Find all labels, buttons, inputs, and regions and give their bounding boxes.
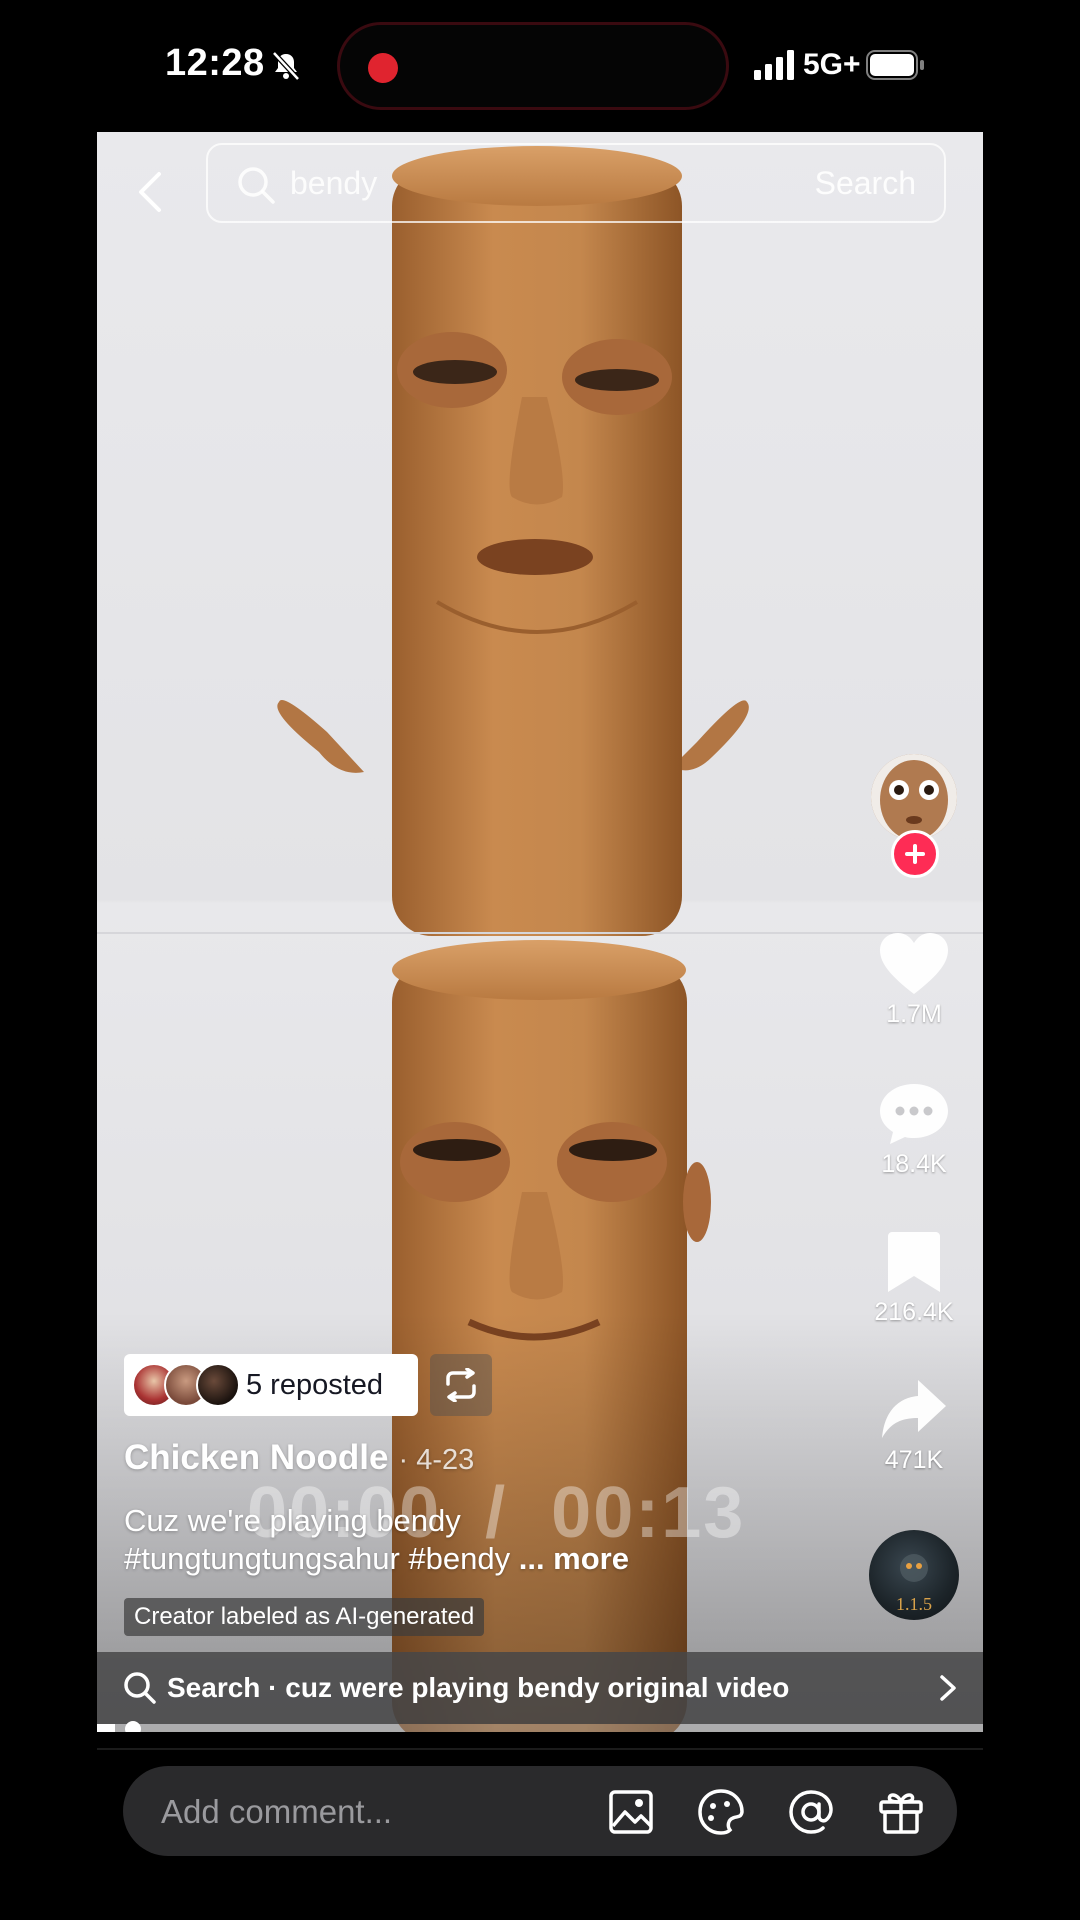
repost-count-label: 5 reposted: [246, 1368, 384, 1401]
reposter-avatars: [132, 1360, 244, 1410]
reposted-by-pill[interactable]: 5 reposted: [124, 1354, 418, 1416]
share-button[interactable]: 471K: [849, 1378, 979, 1475]
avatar-face-icon: [871, 754, 957, 840]
image-icon[interactable]: [607, 1788, 655, 1836]
caption-line-2: #tungtungtungsahur #bendy ... more: [124, 1540, 764, 1578]
bell-off-icon: [272, 51, 300, 81]
search-submit-button[interactable]: Search: [815, 165, 916, 202]
avatar: [196, 1363, 240, 1407]
network-type: 5G+: [803, 48, 861, 81]
search-icon: [124, 1672, 156, 1704]
comment-input[interactable]: Add comment...: [161, 1793, 392, 1831]
creator-avatar[interactable]: [871, 754, 957, 840]
dynamic-island: [337, 22, 729, 110]
character-frame-top: [277, 146, 749, 936]
caption-line-1: Cuz we're playing bendy: [124, 1503, 461, 1538]
search-suggestion-text: Search · cuz were playing bendy original…: [167, 1672, 790, 1703]
search-icon: [238, 167, 275, 204]
comment-count: 18.4K: [881, 1150, 947, 1178]
save-button[interactable]: 216.4K: [849, 1230, 979, 1327]
progress-fill: [97, 1724, 115, 1732]
like-count: 1.7M: [886, 1000, 942, 1028]
status-time: 12:28: [165, 42, 265, 84]
chevron-right-icon: [940, 1675, 956, 1701]
more-link[interactable]: ... more: [519, 1541, 629, 1576]
video-progress-bar[interactable]: [97, 1724, 983, 1732]
comment-bubble-icon: [880, 1084, 948, 1144]
music-disc-label: 1.1.5: [896, 1594, 932, 1614]
search-input[interactable]: bendy Search: [206, 143, 946, 223]
plus-icon: [905, 844, 925, 864]
gift-icon[interactable]: [877, 1788, 925, 1836]
music-disc-art-icon: 1.1.5: [896, 1554, 932, 1614]
signal-icon: [754, 50, 794, 80]
music-disc[interactable]: 1.1.5: [869, 1530, 959, 1620]
status-bar: 12:28 5G+: [0, 0, 1080, 130]
share-count: 471K: [884, 1446, 944, 1474]
heart-icon: [880, 933, 948, 994]
share-arrow-icon: [882, 1380, 946, 1438]
caption-hashtags: #tungtungtungsahur #bendy: [124, 1541, 511, 1576]
video-player[interactable]: bendy Search 1.7M 18.4K 216.4K 471K 1.1.…: [97, 132, 983, 1732]
progress-scrubber[interactable]: [125, 1721, 141, 1732]
video-caption[interactable]: Cuz we're playing bendy #tungtungtungsah…: [124, 1502, 764, 1578]
like-button[interactable]: 1.7M: [849, 932, 979, 1029]
save-count: 216.4K: [874, 1298, 954, 1326]
follow-button[interactable]: [891, 830, 939, 878]
repost-icon: [446, 1368, 476, 1402]
bottom-divider: [97, 1748, 983, 1750]
ai-generated-label: Creator labeled as AI-generated: [124, 1598, 485, 1636]
search-query-text: bendy: [290, 165, 378, 201]
repost-button[interactable]: [430, 1354, 492, 1416]
back-button[interactable]: [127, 162, 171, 222]
battery-icon: [866, 50, 924, 80]
comment-bar[interactable]: Add comment...: [123, 1766, 957, 1856]
sticker-icon[interactable]: [697, 1788, 745, 1836]
chevron-left-icon: [139, 172, 161, 212]
bookmark-icon: [888, 1232, 940, 1292]
comment-button[interactable]: 18.4K: [849, 1082, 979, 1179]
recording-dot-icon: [368, 53, 398, 83]
search-suggestion-bar[interactable]: Search · cuz were playing bendy original…: [97, 1652, 983, 1724]
mention-icon[interactable]: [787, 1788, 835, 1836]
